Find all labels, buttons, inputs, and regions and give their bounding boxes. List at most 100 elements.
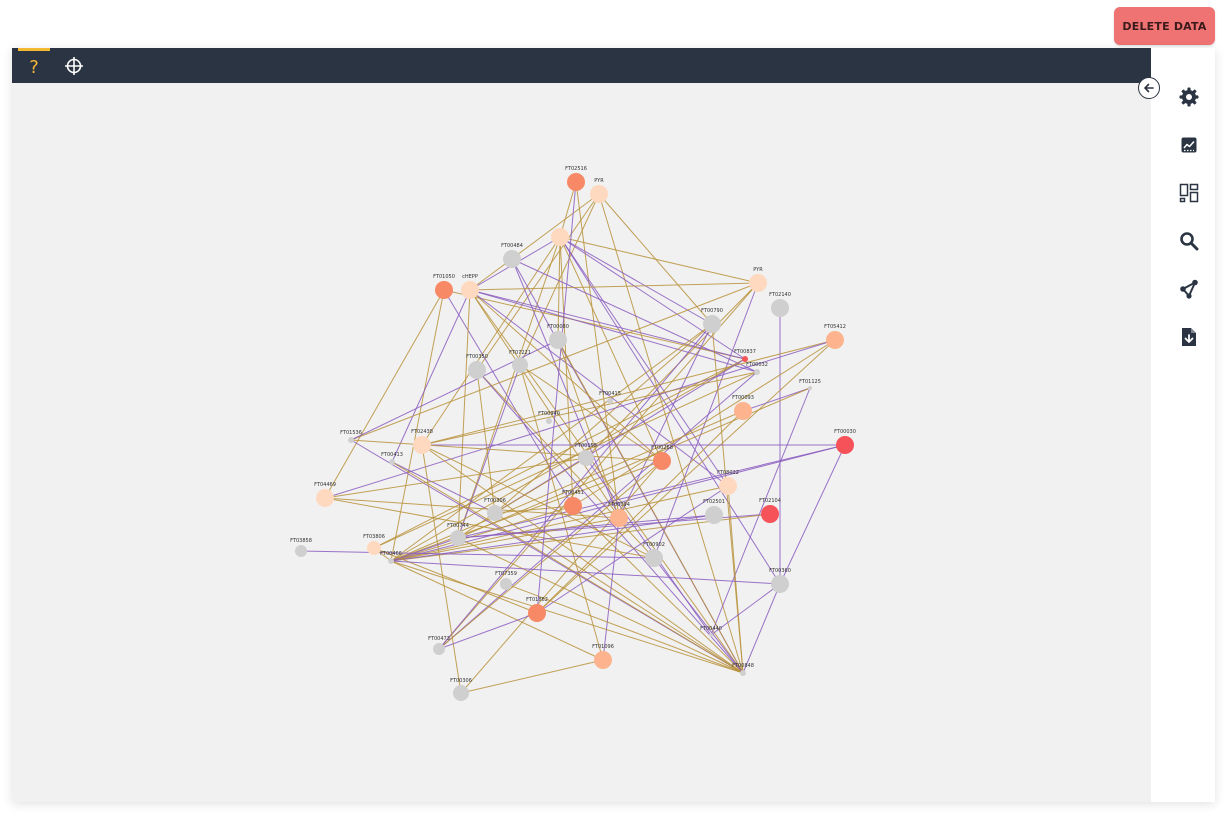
graph-node[interactable]: FT00306 — [450, 678, 472, 701]
graph-edge — [390, 289, 445, 562]
graph-node-circle[interactable] — [367, 541, 381, 555]
graph-node[interactable]: FT01862 — [526, 597, 548, 622]
graph-node-circle[interactable] — [734, 402, 752, 420]
graph-node[interactable]: FT00093 — [732, 395, 754, 420]
graph-node-circle[interactable] — [771, 299, 789, 317]
graph-edge — [494, 512, 744, 674]
network-graph[interactable]: FT02516 PYR FT00484 FT01050 cHEPP PYR FT02140 F… — [12, 83, 1151, 802]
graph-edge — [438, 460, 663, 650]
graph-node-circle[interactable] — [808, 386, 812, 390]
graph-node-circle[interactable] — [740, 670, 746, 676]
graph-node[interactable]: PYR — [749, 267, 767, 292]
share-button[interactable] — [1177, 277, 1201, 301]
graph-edge — [390, 358, 746, 562]
graph-node-label: FT01536 — [340, 430, 362, 436]
graph-node-circle[interactable] — [836, 436, 854, 454]
graph-node-circle[interactable] — [826, 331, 844, 349]
graph-node-circle[interactable] — [413, 436, 431, 454]
statistics-button[interactable] — [1177, 133, 1201, 157]
graph-node[interactable]: FT02516 — [565, 166, 587, 191]
graph-node-label: FT01125 — [799, 379, 821, 385]
graph-node-circle[interactable] — [546, 418, 552, 424]
graph-node-circle[interactable] — [610, 509, 628, 527]
graph-node[interactable]: FT00837 — [734, 349, 756, 362]
graph-node[interactable]: FT02140 — [769, 292, 791, 317]
export-button[interactable] — [1177, 325, 1201, 349]
graph-node[interactable]: FT01096 — [592, 644, 614, 669]
graph-node-circle[interactable] — [709, 633, 713, 637]
graph-node[interactable]: FT00030 — [834, 429, 856, 454]
help-button[interactable]: ? — [18, 51, 50, 83]
settings-button[interactable] — [1177, 85, 1201, 109]
graph-node-circle[interactable] — [703, 315, 721, 333]
graph-node-circle[interactable] — [435, 281, 453, 299]
center-view-button[interactable] — [60, 52, 88, 80]
graph-node-circle[interactable] — [512, 357, 528, 373]
graph-node[interactable]: FT00413 — [381, 452, 403, 465]
graph-node[interactable]: FT04469 — [314, 482, 336, 507]
graph-edge — [585, 282, 759, 459]
graph-node-circle[interactable] — [348, 437, 354, 443]
graph-node-circle[interactable] — [564, 497, 582, 515]
graph-node-circle[interactable] — [468, 361, 486, 379]
graph-node-circle[interactable] — [705, 506, 723, 524]
graph-edge — [559, 236, 759, 284]
graph-node-circle[interactable] — [578, 450, 594, 466]
graph-node-circle[interactable] — [771, 575, 789, 593]
graph-node-circle[interactable] — [389, 459, 395, 465]
graph-node-circle[interactable] — [551, 228, 569, 246]
graph-edge — [457, 289, 471, 539]
network-graph-canvas[interactable]: FT02516 PYR FT00484 FT01050 cHEPP PYR FT02140 F… — [12, 83, 1151, 802]
graph-node[interactable] — [551, 228, 569, 246]
graph-node-circle[interactable] — [719, 477, 737, 495]
graph-node-circle[interactable] — [453, 685, 469, 701]
graph-node-circle[interactable] — [528, 604, 546, 622]
graph-node-circle[interactable] — [487, 505, 503, 521]
graph-node-circle[interactable] — [500, 578, 512, 590]
search-button[interactable] — [1177, 229, 1201, 253]
graph-node-circle[interactable] — [433, 643, 445, 655]
graph-node-label: FT01050 — [433, 274, 455, 280]
graph-node[interactable]: FT03858 — [290, 538, 312, 557]
graph-node-circle[interactable] — [590, 185, 608, 203]
graph-node-circle[interactable] — [653, 452, 671, 470]
graph-node-circle[interactable] — [316, 489, 334, 507]
layout-icon — [1179, 183, 1199, 203]
graph-node-label: PYR — [594, 178, 604, 184]
graph-node[interactable]: FT00268 — [651, 445, 673, 470]
graph-node-circle[interactable] — [607, 398, 613, 404]
graph-edge — [469, 282, 759, 291]
graph-node[interactable]: FT00440 — [700, 626, 722, 637]
graph-node-circle[interactable] — [645, 549, 663, 567]
graph-node[interactable]: PYR — [590, 178, 608, 203]
graph-edge — [653, 557, 744, 674]
search-icon — [1180, 232, 1199, 251]
graph-node[interactable]: FT01125 — [799, 379, 821, 390]
collapse-sidebar-button[interactable] — [1138, 77, 1160, 99]
graph-node-circle[interactable] — [388, 558, 394, 564]
graph-node-circle[interactable] — [450, 530, 466, 546]
graph-node[interactable]: cHEPP — [461, 274, 479, 299]
graph-node-circle[interactable] — [461, 281, 479, 299]
graph-node-circle[interactable] — [594, 651, 612, 669]
graph-node[interactable]: FT02104 — [759, 498, 781, 523]
graph-node[interactable]: FT00451 — [562, 490, 584, 515]
graph-node-label: FT00744 — [447, 523, 469, 529]
graph-node[interactable]: FT00473 — [428, 636, 450, 655]
graph-node-label: FT00032 — [746, 362, 768, 368]
graph-node[interactable]: FT01050 — [433, 274, 455, 299]
graph-node-label: FT03806 — [363, 534, 385, 540]
graph-toolbar: ? — [12, 48, 1151, 83]
graph-node-circle[interactable] — [295, 545, 307, 557]
graph-node-circle[interactable] — [549, 331, 567, 349]
graph-node-circle[interactable] — [761, 505, 779, 523]
graph-node-circle[interactable] — [503, 250, 521, 268]
graph-edge — [469, 289, 620, 519]
delete-data-button[interactable]: DELETE DATA — [1114, 7, 1215, 45]
arrow-left-icon — [1144, 83, 1154, 93]
graph-node-circle[interactable] — [749, 274, 767, 292]
graph-node-circle[interactable] — [567, 173, 585, 191]
graph-edge — [373, 547, 538, 614]
graph-node-circle[interactable] — [754, 369, 760, 375]
layout-button[interactable] — [1177, 181, 1201, 205]
